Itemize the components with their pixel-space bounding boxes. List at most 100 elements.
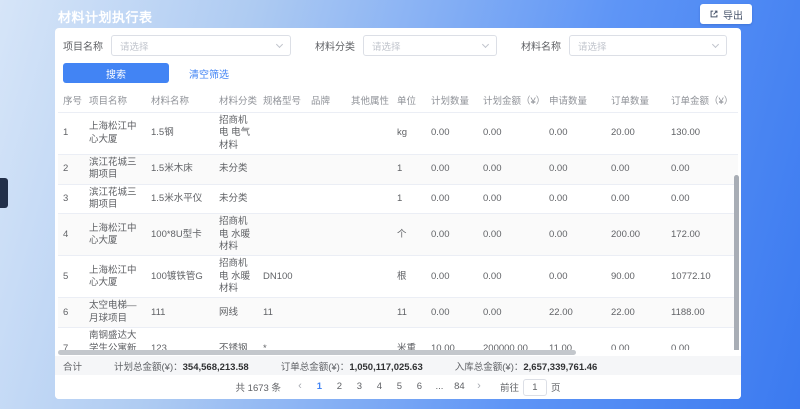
table-cell xyxy=(258,113,306,155)
order-total-label: 订单总金额(¥)： xyxy=(281,362,350,373)
table-cell: 0.00 xyxy=(544,113,606,155)
table-cell: 200000.00 xyxy=(478,328,544,350)
table-cell: 1 xyxy=(58,113,84,155)
column-header: 其他属性 xyxy=(346,89,392,113)
summary-bar: 合计 计划总金额(¥)：354,568,213.58 订单总金额(¥)：1,05… xyxy=(55,356,741,375)
page-button[interactable]: 2 xyxy=(331,379,348,395)
page-title: 材料计划执行表 xyxy=(58,7,153,26)
filter-bar: 项目名称 请选择 材料分类 请选择 材料名称 请选择 xyxy=(55,28,741,56)
table-cell: 1 xyxy=(392,155,426,185)
table-header-row: 序号项目名称材料名称材料分类规格型号品牌其他属性单位计划数量计划金额（¥）申请数… xyxy=(58,89,738,113)
table-cell: 111 xyxy=(146,298,214,328)
table-cell: 未分类 xyxy=(214,155,258,185)
table-cell: 1188.00 xyxy=(666,298,738,328)
table-cell xyxy=(346,328,392,350)
table-cell: 100*8U型卡 xyxy=(146,214,214,256)
horizontal-scrollbar[interactable] xyxy=(58,350,576,355)
export-button-label: 导出 xyxy=(723,7,743,22)
table-cell xyxy=(306,184,346,214)
table-cell: 10.00 xyxy=(426,328,478,350)
table-cell: 90.00 xyxy=(606,256,666,298)
table-cell: 22.00 xyxy=(544,298,606,328)
material-category-placeholder: 请选择 xyxy=(372,39,401,53)
column-header: 材料名称 xyxy=(146,89,214,113)
table-cell: 未分类 xyxy=(214,184,258,214)
material-name-placeholder: 请选择 xyxy=(578,39,607,53)
table-cell: 0.00 xyxy=(666,184,738,214)
chevron-down-icon xyxy=(482,40,489,47)
table-cell: 200.00 xyxy=(606,214,666,256)
material-name-select[interactable]: 请选择 xyxy=(569,35,727,56)
table-row: 3滨江花城三期项目1.5米水平仪未分类10.000.000.000.000.00 xyxy=(58,184,738,214)
column-header: 单位 xyxy=(392,89,426,113)
table-cell: 20.00 xyxy=(606,113,666,155)
material-category-select[interactable]: 请选择 xyxy=(363,35,497,56)
vertical-scrollbar[interactable] xyxy=(734,175,739,350)
table-row: 7南钢盛达大学生公寓新建123不锈钢*米重10.00200000.0011.00… xyxy=(58,328,738,350)
table-cell xyxy=(346,113,392,155)
table-cell: 7 xyxy=(58,328,84,350)
table-cell: 1 xyxy=(392,184,426,214)
table-cell: kg xyxy=(392,113,426,155)
more-pages-button[interactable]: ... xyxy=(431,379,448,395)
table-cell: 1.5钢 xyxy=(146,113,214,155)
table-cell: 根 xyxy=(392,256,426,298)
page-button[interactable]: 1 xyxy=(311,379,328,395)
page-button[interactable]: 6 xyxy=(411,379,428,395)
column-header: 品牌 xyxy=(306,89,346,113)
table-cell: 0.00 xyxy=(606,155,666,185)
table-cell: 123 xyxy=(146,328,214,350)
action-bar: 搜索 清空筛选 xyxy=(55,56,741,89)
table-cell: 11 xyxy=(258,298,306,328)
table-cell: 0.00 xyxy=(426,298,478,328)
column-header: 计划数量 xyxy=(426,89,478,113)
table-cell: 招商机电 电气材料 xyxy=(214,113,258,155)
table-cell xyxy=(346,214,392,256)
drawer-handle[interactable] xyxy=(0,178,8,208)
material-plan-table: 序号项目名称材料名称材料分类规格型号品牌其他属性单位计划数量计划金额（¥）申请数… xyxy=(58,89,738,350)
table-row: 5上海松江中心大厦100镀铁管G招商机电 水暖材料DN100根0.000.000… xyxy=(58,256,738,298)
pagination-bar: 共 1673 条 ‹ 123456...84 › 前往 页 xyxy=(55,375,741,399)
clear-filter-link[interactable]: 清空筛选 xyxy=(189,66,229,81)
next-page-button[interactable]: › xyxy=(471,379,487,395)
table-cell: 3 xyxy=(58,184,84,214)
goto-page-input[interactable] xyxy=(523,379,547,396)
plan-total: 计划总金额(¥)：354,568,213.58 xyxy=(114,359,249,373)
table-cell xyxy=(346,184,392,214)
page-button[interactable]: 5 xyxy=(391,379,408,395)
table-cell: 太空电梯—月球项目 xyxy=(84,298,146,328)
search-button[interactable]: 搜索 xyxy=(63,63,169,83)
page-button[interactable]: 3 xyxy=(351,379,368,395)
table-cell: 0.00 xyxy=(544,184,606,214)
table-cell: 0.00 xyxy=(426,256,478,298)
page-button[interactable]: 84 xyxy=(451,379,468,395)
goto-label: 前往 xyxy=(500,380,519,394)
table-cell: 172.00 xyxy=(666,214,738,256)
table-cell: 0.00 xyxy=(544,155,606,185)
order-total-value: 1,050,117,025.63 xyxy=(349,362,422,373)
project-name-select[interactable]: 请选择 xyxy=(111,35,291,56)
table-cell: 上海松江中心大厦 xyxy=(84,214,146,256)
table-cell: 4 xyxy=(58,214,84,256)
table-cell: DN100 xyxy=(258,256,306,298)
table-cell: 1.5米木床 xyxy=(146,155,214,185)
prev-page-button[interactable]: ‹ xyxy=(292,379,308,395)
project-name-placeholder: 请选择 xyxy=(120,39,149,53)
table-cell: 0.00 xyxy=(426,184,478,214)
export-icon xyxy=(709,9,719,19)
material-category-label: 材料分类 xyxy=(315,38,355,53)
table-cell: 0.00 xyxy=(544,256,606,298)
column-header: 订单数量 xyxy=(606,89,666,113)
table-cell: 上海松江中心大厦 xyxy=(84,256,146,298)
table-cell: 5 xyxy=(58,256,84,298)
page-button[interactable]: 4 xyxy=(371,379,388,395)
table-cell xyxy=(346,155,392,185)
table-cell: 招商机电 水暖材料 xyxy=(214,214,258,256)
horizontal-scrollbar-track xyxy=(58,350,738,356)
inbound-total-label: 入库总金额(¥)： xyxy=(455,362,524,373)
chevron-down-icon xyxy=(276,40,283,47)
table-cell: 100镀铁管G xyxy=(146,256,214,298)
table-cell: 米重 xyxy=(392,328,426,350)
export-button[interactable]: 导出 xyxy=(700,4,752,24)
column-header: 申请数量 xyxy=(544,89,606,113)
